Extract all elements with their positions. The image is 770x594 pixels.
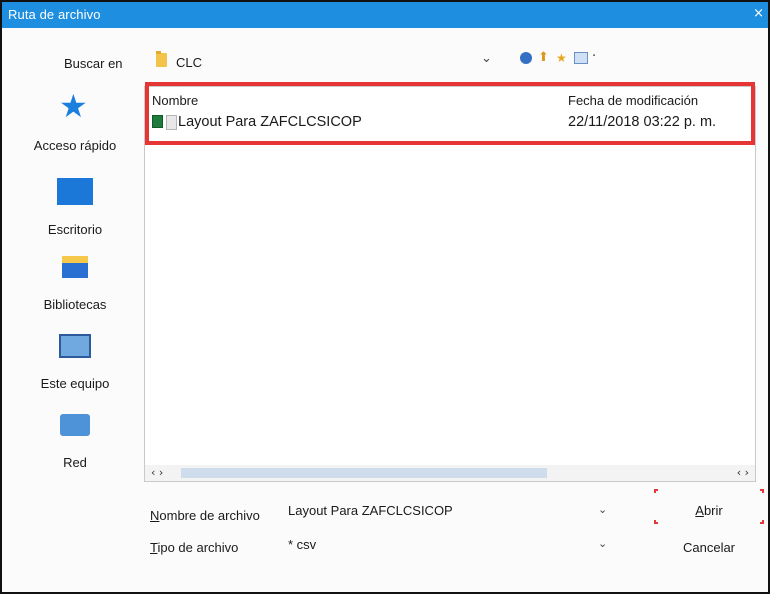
cancel-button[interactable]: Cancelar — [654, 535, 764, 561]
place-label: Este equipo — [40, 376, 110, 391]
places-bar: ★ Acceso rápido Escritorio Bibliotecas E… — [12, 84, 138, 484]
file-name-label: Nombre de archivo — [150, 508, 260, 523]
close-icon[interactable]: × — [753, 6, 764, 21]
place-label: Bibliotecas — [43, 297, 107, 312]
scroll-thumb[interactable] — [181, 468, 547, 478]
view-dropdown-icon[interactable]: · — [592, 50, 600, 66]
libraries-icon — [62, 256, 88, 278]
open-focus-corner — [654, 489, 658, 493]
file-type-select[interactable]: * csv — [288, 537, 618, 557]
file-list: Nombre Fecha de modificación Layout Para… — [144, 82, 756, 482]
place-label: Red — [63, 455, 87, 470]
look-in-label: Buscar en — [64, 56, 123, 71]
star-icon: ★ — [59, 87, 88, 125]
highlight-box — [145, 82, 755, 145]
open-focus-corner — [760, 489, 764, 493]
back-icon[interactable] — [520, 52, 532, 64]
computer-icon — [59, 334, 91, 358]
title-bar: Ruta de archivo × — [2, 2, 768, 28]
file-type-dropdown-icon[interactable]: ⌄ — [598, 537, 607, 550]
desktop-icon — [57, 178, 93, 205]
up-folder-icon[interactable]: ⬆ — [538, 51, 550, 66]
look-in-combo[interactable]: CLC — [176, 55, 202, 70]
file-name-dropdown-icon[interactable]: ⌄ — [598, 503, 607, 516]
place-label: Acceso rápido — [33, 138, 117, 153]
dialog-title: Ruta de archivo — [8, 7, 101, 22]
folder-icon — [156, 51, 167, 67]
scroll-right-icon[interactable]: ‹ › — [737, 466, 749, 479]
new-folder-icon[interactable]: ★ — [556, 52, 568, 66]
file-type-label: Tipo de archivo — [150, 540, 239, 555]
open-button[interactable]: Abrir — [654, 498, 764, 524]
open-file-dialog: Ruta de archivo × Buscar en CLC ⌄ ⬆ ★ · … — [0, 0, 770, 594]
network-icon — [60, 414, 90, 436]
place-label: Escritorio — [47, 222, 103, 237]
horizontal-scrollbar[interactable]: ‹ › ‹ › — [145, 465, 755, 481]
look-in-dropdown-icon[interactable]: ⌄ — [481, 51, 492, 66]
file-name-field[interactable]: Layout Para ZAFCLCSICOP — [288, 502, 618, 522]
view-menu-icon[interactable] — [574, 52, 588, 64]
scroll-left-icon[interactable]: ‹ › — [151, 466, 163, 479]
